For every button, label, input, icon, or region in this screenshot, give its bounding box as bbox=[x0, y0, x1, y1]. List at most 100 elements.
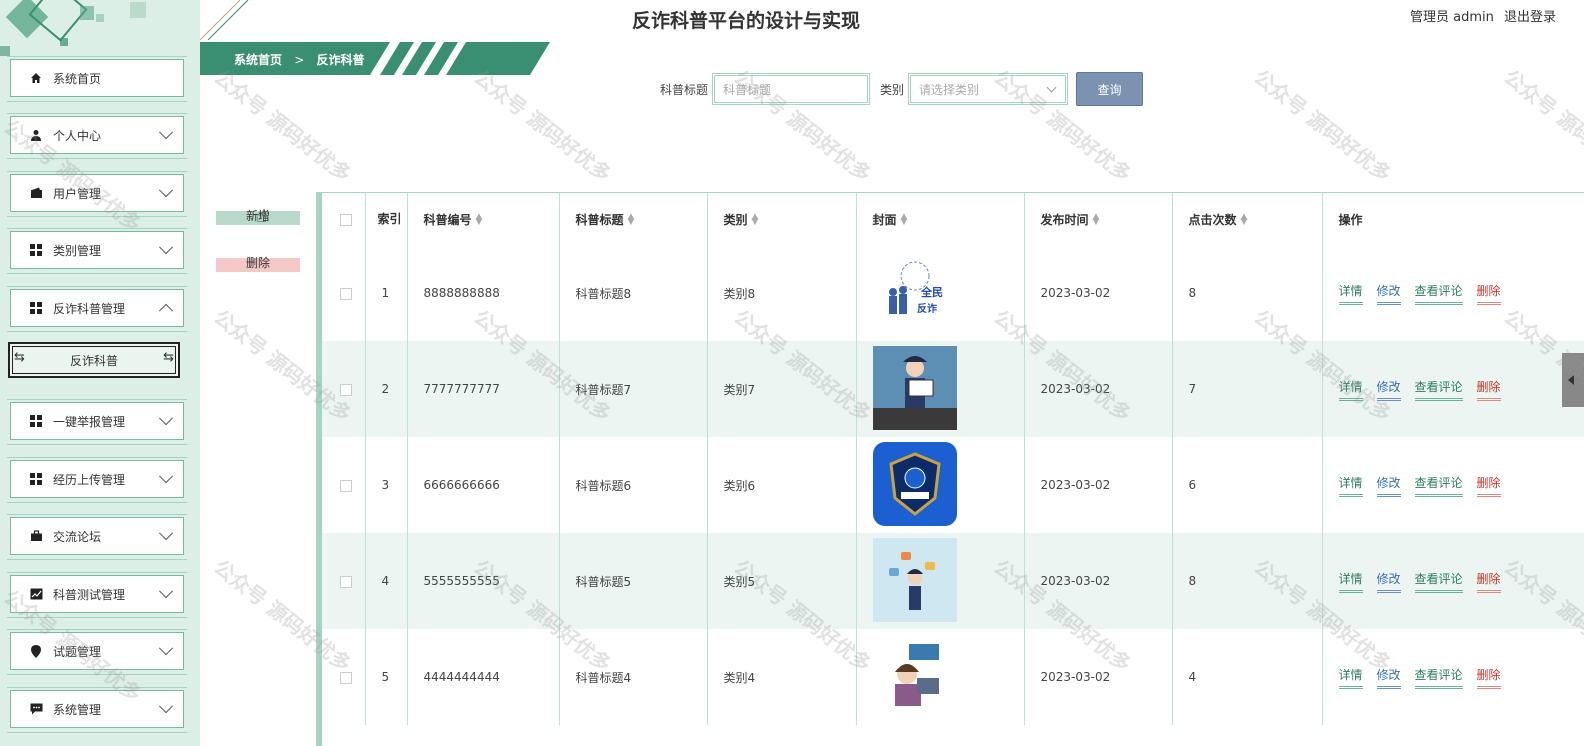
sort-icon[interactable]: ▲ ▼ bbox=[901, 213, 908, 227]
view-comments-link[interactable]: 查看评论 bbox=[1414, 474, 1463, 497]
sidebar-subitem-anti-fraud[interactable]: ⇆ 反诈科普 ⇆ bbox=[8, 342, 180, 378]
edit-link[interactable]: 修改 bbox=[1376, 378, 1401, 401]
sidebar-item-label: 试题管理 bbox=[53, 644, 102, 659]
delete-link[interactable]: 删除 bbox=[1476, 666, 1501, 689]
sidebar-item-personal-center[interactable]: 个人中心 bbox=[7, 113, 187, 159]
breadcrumb-home[interactable]: 系统首页 bbox=[234, 53, 282, 67]
cover-image[interactable] bbox=[872, 537, 957, 622]
sort-icon[interactable]: ▲ ▼ bbox=[1093, 213, 1100, 227]
cover-image[interactable] bbox=[872, 441, 957, 526]
grid-icon bbox=[29, 472, 43, 486]
sidebar-item-label: 系统管理 bbox=[53, 702, 102, 717]
row-category: 类别7 bbox=[706, 341, 856, 437]
row-select-cell bbox=[322, 437, 365, 533]
sidebar-item-question-management[interactable]: 试题管理 bbox=[7, 629, 187, 675]
sidebar-item-forum[interactable]: 交流论坛 bbox=[7, 514, 187, 560]
sort-icon[interactable]: ▲ ▼ bbox=[628, 213, 635, 227]
sort-icon[interactable]: ▲ ▼ bbox=[476, 213, 483, 227]
row-clicks: 7 bbox=[1171, 341, 1322, 437]
sidebar-item-category-management[interactable]: 类别管理 bbox=[7, 228, 187, 274]
sidebar-item-home[interactable]: 系统首页 bbox=[7, 56, 187, 102]
sidebar-item-label: 个人中心 bbox=[53, 128, 102, 143]
title-search-input[interactable]: 科普标题 bbox=[712, 73, 871, 105]
breadcrumb: 系统首页 > 反诈科普 bbox=[200, 42, 550, 75]
breadcrumb-text: 系统首页 > 反诈科普 bbox=[234, 51, 364, 68]
header-published-label: 发布时间 bbox=[1040, 212, 1089, 227]
view-comments-link[interactable]: 查看评论 bbox=[1414, 666, 1463, 689]
sort-icon[interactable]: ▲ ▼ bbox=[752, 213, 759, 227]
edit-link[interactable]: 修改 bbox=[1376, 282, 1401, 305]
edit-link[interactable]: 修改 bbox=[1376, 474, 1401, 497]
sidebar: 系统首页个人中心用户管理类别管理反诈科普管理一键举报管理经历上传管理交流论坛科普… bbox=[0, 0, 200, 746]
sidebar-item-anti-fraud-management[interactable]: 反诈科普管理 bbox=[7, 286, 187, 332]
detail-link[interactable]: 详情 bbox=[1338, 570, 1363, 593]
table-row: 5 4444444444 科普标题4 类别4 2023-03-02 4 详情 修改 查看评论 删除 bbox=[322, 629, 1584, 725]
data-table: 索引 科普编号 ▲ ▼ 科普标题 ▲ ▼ 类别 ▲ ▼ 封面 ▲ ▼ 发布时间 ▲ ▼ 点击次数 ▲ ▼… bbox=[316, 192, 1584, 746]
delete-batch-button[interactable]: 删除 bbox=[216, 245, 300, 279]
row-index: 5 bbox=[364, 629, 407, 725]
sidebar-item-label: 系统首页 bbox=[53, 71, 102, 86]
view-comments-link[interactable]: 查看评论 bbox=[1414, 378, 1463, 401]
search-button[interactable]: 查询 bbox=[1076, 72, 1144, 106]
header-title[interactable]: 科普标题 ▲ ▼ bbox=[558, 193, 707, 245]
detail-link[interactable]: 详情 bbox=[1338, 666, 1363, 689]
header-cover[interactable]: 封面 ▲ ▼ bbox=[855, 193, 1024, 245]
sidebar-item-report-management[interactable]: 一键举报管理 bbox=[7, 399, 187, 445]
edit-link[interactable]: 修改 bbox=[1376, 666, 1401, 689]
row-cover bbox=[855, 341, 1024, 437]
chevron-down-icon bbox=[158, 125, 174, 140]
side-panel-toggle[interactable] bbox=[1562, 353, 1584, 407]
view-comments-link[interactable]: 查看评论 bbox=[1414, 282, 1463, 305]
detail-link[interactable]: 详情 bbox=[1338, 282, 1363, 305]
sidebar-item-quiz-management[interactable]: 科普测试管理 bbox=[7, 572, 187, 618]
sidebar-decoration bbox=[0, 0, 146, 56]
row-operations: 详情 修改 查看评论 删除 bbox=[1321, 341, 1584, 437]
header-clicks[interactable]: 点击次数 ▲ ▼ bbox=[1171, 193, 1322, 245]
sidebar-item-experience-upload[interactable]: 经历上传管理 bbox=[7, 457, 187, 503]
sidebar-item-user-management[interactable]: 用户管理 bbox=[7, 171, 187, 217]
row-checkbox[interactable] bbox=[340, 287, 352, 300]
row-checkbox[interactable] bbox=[340, 575, 352, 588]
breadcrumb-current: 反诈科普 bbox=[316, 53, 365, 67]
row-operations: 详情 修改 查看评论 删除 bbox=[1321, 437, 1584, 533]
delete-link[interactable]: 删除 bbox=[1476, 474, 1501, 497]
row-operations: 详情 修改 查看评论 删除 bbox=[1321, 629, 1584, 725]
view-comments-link[interactable]: 查看评论 bbox=[1414, 570, 1463, 593]
chevron-down-icon bbox=[158, 469, 174, 484]
row-clicks: 8 bbox=[1171, 533, 1322, 629]
delete-link[interactable]: 删除 bbox=[1476, 378, 1501, 401]
table-row: 2 7777777777 科普标题7 类别7 2023-03-02 7 详情 修改 查看评论 删除 bbox=[322, 341, 1584, 437]
row-clicks: 4 bbox=[1171, 629, 1322, 725]
title-search-label: 科普标题 bbox=[660, 82, 709, 97]
header-code[interactable]: 科普编号 ▲ ▼ bbox=[406, 193, 559, 245]
cover-image[interactable] bbox=[872, 345, 957, 430]
sidebar-item-system-management[interactable]: 系统管理 bbox=[7, 687, 187, 733]
sort-icon[interactable]: ▲ ▼ bbox=[1241, 213, 1248, 227]
select-all-checkbox[interactable] bbox=[340, 213, 352, 226]
row-cover bbox=[855, 629, 1024, 725]
delete-link[interactable]: 删除 bbox=[1476, 282, 1501, 305]
edit-link[interactable]: 修改 bbox=[1376, 570, 1401, 593]
header-published[interactable]: 发布时间 ▲ ▼ bbox=[1023, 193, 1172, 245]
logout-link[interactable]: 退出登录 bbox=[1504, 10, 1556, 25]
row-checkbox[interactable] bbox=[340, 671, 352, 684]
cover-image[interactable]: 全民 反诈 bbox=[872, 249, 957, 334]
row-checkbox[interactable] bbox=[340, 383, 352, 396]
sidebar-item-label: 反诈科普管理 bbox=[53, 301, 126, 316]
row-published: 2023-03-02 bbox=[1023, 533, 1172, 629]
delete-link[interactable]: 删除 bbox=[1476, 570, 1501, 593]
app-root: 系统首页 个人中心 用户管理 类别管理 反诈科普管理 一键举报管理 经历上传管理 交流论坛 科普… bbox=[0, 0, 1584, 746]
category-select[interactable]: 请选择类别 bbox=[908, 73, 1069, 105]
cover-image[interactable] bbox=[872, 633, 957, 718]
detail-link[interactable]: 详情 bbox=[1338, 474, 1363, 497]
sidebar-item-label: 经历上传管理 bbox=[53, 472, 126, 487]
header-category[interactable]: 类别 ▲ ▼ bbox=[706, 193, 856, 245]
watermark-text: 公众号 源码好优多 bbox=[1249, 64, 1396, 187]
row-select-cell bbox=[322, 629, 365, 725]
detail-link[interactable]: 详情 bbox=[1338, 378, 1363, 401]
search-bar: 科普标题 科普标题 类别 请选择类别 查询 bbox=[660, 72, 1144, 106]
row-title: 科普标题8 bbox=[558, 245, 707, 341]
row-published: 2023-03-02 bbox=[1023, 341, 1172, 437]
row-checkbox[interactable] bbox=[340, 479, 352, 492]
pin-icon bbox=[29, 644, 43, 658]
